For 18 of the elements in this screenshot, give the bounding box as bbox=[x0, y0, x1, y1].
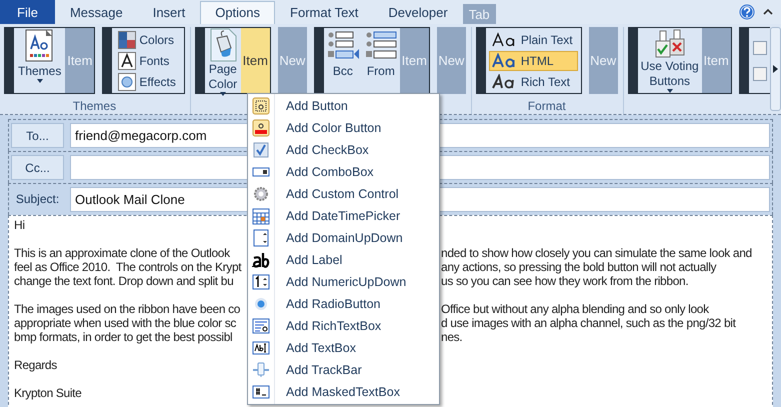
body-text: bmp formats, in order to get the best possibl bbox=[14, 330, 234, 344]
body-text: feel as Office 2010. The controls on the Krypt bbox=[14, 260, 240, 274]
body-text: The images used on the ribbon have been co bbox=[14, 302, 240, 316]
body-text: Hi bbox=[14, 218, 25, 232]
body-text: change the text font. Drop down and split bu bbox=[14, 274, 234, 288]
body-text: any actions, so pressing the bold button will not actually bbox=[441, 260, 716, 274]
body-text: nes. bbox=[441, 330, 462, 344]
group-label: Format bbox=[528, 98, 566, 114]
body-text: Regards bbox=[14, 358, 57, 372]
body-text: nded to show how closely you can simulate the same look and bbox=[441, 246, 752, 260]
body-text: d use images with an alpha channel, such as the png/32 bit bbox=[441, 316, 736, 330]
body-text: This is an approximate clone of the Outlook bbox=[14, 246, 231, 260]
body-text: appropriate when used with the blue color sc bbox=[14, 316, 238, 330]
body-text: us so you can see how they work from the ribbon. bbox=[441, 274, 688, 288]
body-text: Krypton Suite bbox=[14, 386, 82, 400]
field-label: Subject: bbox=[14, 191, 60, 208]
body-text: Office but without any alpha blending and so only look bbox=[441, 302, 709, 316]
group-label: Themes bbox=[72, 98, 116, 114]
